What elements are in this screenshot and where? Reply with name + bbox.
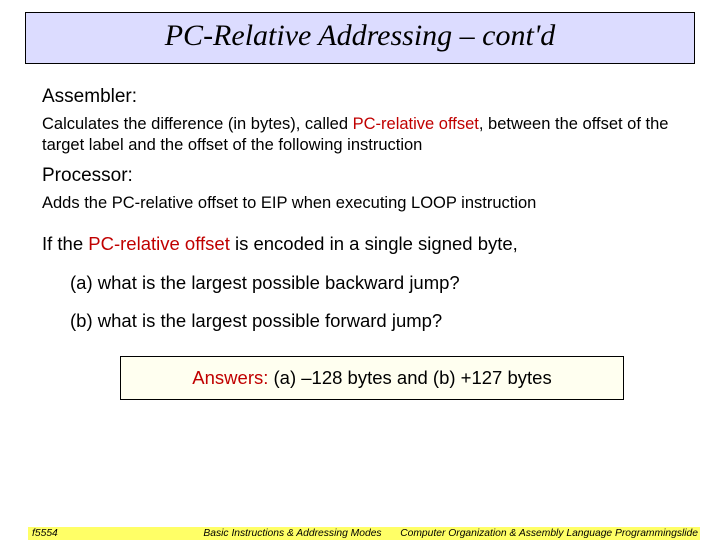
footer: f5554 Basic Instructions & Addressing Mo… [0,527,720,540]
text: Calculates the difference (in bytes), ca… [42,115,353,133]
footer-left-text: f5554 [32,528,58,539]
question-b: (b) what is the largest possible forward… [70,310,684,332]
footer-center-text: Basic Instructions & Addressing Modes [173,528,412,539]
question-a: (a) what is the largest possible backwar… [70,272,684,294]
slide-title: PC-Relative Addressing – cont'd [165,19,556,52]
text: is encoded in a single signed byte, [230,233,518,254]
text: If the [42,233,88,254]
question-intro: If the PC-relative offset is encoded in … [42,232,684,256]
footer-right-text: Computer Organization & Assembly Languag… [400,528,698,539]
slide-body: Assembler: Calculates the difference (in… [0,64,720,400]
footer-right: Computer Organization & Assembly Languag… [412,527,700,540]
processor-heading: Processor: [42,165,684,187]
answers-text: (a) –128 bytes and (b) +127 bytes [268,367,551,388]
assembler-heading: Assembler: [42,86,684,108]
answers-box: Answers: (a) –128 bytes and (b) +127 byt… [120,356,624,400]
assembler-paragraph: Calculates the difference (in bytes), ca… [42,114,684,155]
footer-left: f5554 [28,527,173,540]
answers-label: Answers: [192,367,268,388]
pc-relative-term: PC-relative offset [88,233,230,254]
footer-center: Basic Instructions & Addressing Modes [173,527,412,540]
processor-paragraph: Adds the PC-relative offset to EIP when … [42,193,684,214]
title-bar: PC-Relative Addressing – cont'd [25,12,695,64]
pc-relative-term: PC-relative offset [353,115,479,133]
slide: PC-Relative Addressing – cont'd Assemble… [0,12,720,540]
